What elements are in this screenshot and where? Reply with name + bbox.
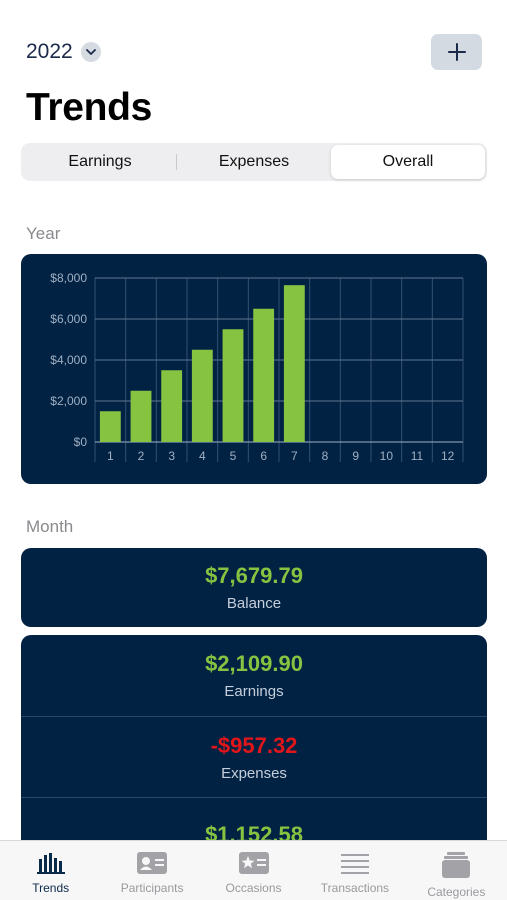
y-tick-label: $6,000 [50,312,87,326]
expenses-amount: -$957.32 [210,732,298,758]
section-label-month: Month [26,517,74,536]
tab-label-occasions: Occasions [225,881,282,895]
chart-bar [283,285,305,442]
chart-bar [222,329,244,442]
earnings-stat: $2,109.90 Earnings [21,635,487,716]
tab-participants[interactable]: Participants [101,841,202,900]
tab-label-categories: Categories [427,885,486,899]
tab-bar: Trends Participants Occasions Transactio… [0,840,507,900]
segment-expenses[interactable]: Expenses [177,145,331,179]
page-title: Trends [26,86,153,129]
segmented-control: Earnings Expenses Overall [21,143,487,181]
contact-card-icon [137,852,168,874]
x-tick-label: 1 [107,449,114,463]
x-tick-label: 11 [411,449,424,463]
balance-label: Balance [226,595,282,612]
balance-stat: $7,679.79 Balance [21,548,487,627]
chart-bar [253,308,275,442]
x-tick-label: 7 [291,449,298,463]
x-tick-label: 5 [230,449,237,463]
tab-categories[interactable]: Categories [406,841,507,900]
y-tick-label: $0 [74,435,88,449]
year-bar-chart: $0$2,000$4,000$6,000$8,0001 2 3 4 5 6 7 8 9 10 11 1… [50,271,464,463]
add-button[interactable] [431,34,482,70]
tab-transactions[interactable]: Transactions [304,841,405,900]
chevron-down-icon [80,42,101,62]
chart-bar [191,349,213,442]
tab-label-trends: Trends [32,881,70,895]
y-tick-label: $2,000 [50,394,87,408]
chart-bar [99,411,121,442]
segment-overall[interactable]: Overall [331,145,485,179]
x-tick-label: 12 [441,449,455,463]
plus-icon [447,43,466,61]
tab-label-transactions: Transactions [320,881,390,895]
earnings-amount: $2,109.90 [205,651,303,676]
earnings-label: Earnings [224,683,284,700]
year-picker[interactable]: 2022 [26,40,101,64]
x-tick-label: 10 [380,449,394,463]
x-tick-label: 4 [199,449,206,463]
bar-chart-icon [36,853,65,874]
x-tick-label: 3 [168,449,175,463]
section-label-year: Year [26,224,61,243]
y-tick-label: $4,000 [50,353,87,367]
tab-label-participants: Participants [120,881,184,895]
x-tick-label: 9 [352,449,359,463]
chart-bar [161,370,183,442]
star-card-icon [238,852,269,874]
x-tick-label: 6 [260,449,267,463]
tab-occasions[interactable]: Occasions [203,841,304,900]
stack-tray-icon [442,852,471,878]
x-tick-label: 8 [322,449,329,463]
year-chart-card: $0 $2,000 $4,000 $6,000 $8,000 1 2 3 4 5 6 7 8 9 10 11 1… [21,254,487,484]
balance-card: $7,679.79 Balance [21,548,487,627]
balance-amount: $7,679.79 [205,563,303,588]
segment-earnings[interactable]: Earnings [23,145,177,179]
expenses-label: Expenses [221,764,287,782]
list-lines-icon [340,854,369,874]
y-tick-label: $8,000 [50,271,87,285]
year-label: 2022 [26,40,73,63]
expenses-stat: -$957.32 Expenses [21,716,487,797]
tab-trends[interactable]: Trends [0,841,101,900]
x-tick-label: 2 [138,449,145,463]
chart-bar [130,390,152,442]
